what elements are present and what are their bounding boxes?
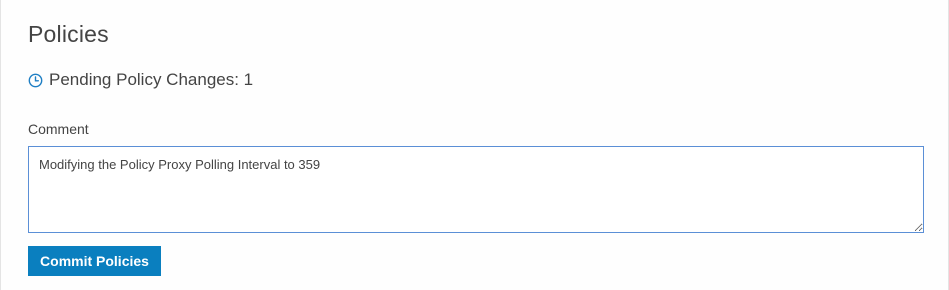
comment-label: Comment <box>28 121 89 137</box>
page-title: Policies <box>28 21 109 47</box>
pending-changes-indicator: Pending Policy Changes: 1 <box>28 70 253 90</box>
pending-changes-label: Pending Policy Changes: 1 <box>49 70 254 89</box>
comment-textarea[interactable]: Modifying the Policy Proxy Polling Inter… <box>28 146 924 233</box>
clock-icon <box>28 73 43 88</box>
commit-policies-button[interactable]: Commit Policies <box>28 246 161 276</box>
policies-panel: Policies Pending Policy Changes: 1 Comme… <box>0 0 949 290</box>
